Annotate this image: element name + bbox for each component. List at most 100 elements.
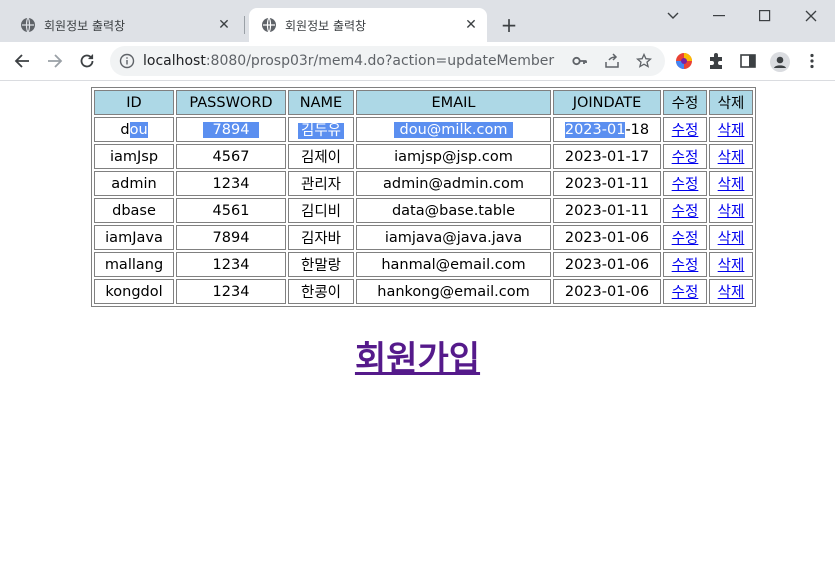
puzzle-icon[interactable] <box>707 52 725 70</box>
cell-joindate: 2023-01-06 <box>553 252 661 277</box>
edit-link[interactable]: 수정 <box>672 177 699 193</box>
cell-name: 김두유 <box>288 117 354 142</box>
close-window-icon[interactable] <box>796 6 826 26</box>
cell-password: 7894 <box>176 117 286 142</box>
header-id: ID <box>94 90 174 115</box>
cell-name: 김자바 <box>288 225 354 250</box>
delete-link[interactable]: 삭제 <box>718 258 745 274</box>
joindate-text-unselected: -18 <box>625 121 650 138</box>
reload-icon[interactable] <box>75 49 99 73</box>
extension-colorful-icon[interactable] <box>675 52 693 70</box>
email-text: dou@milk.com <box>393 121 514 138</box>
cell-email: dou@milk.com <box>356 117 551 142</box>
header-password: PASSWORD <box>176 90 286 115</box>
chevron-down-icon[interactable] <box>658 6 688 26</box>
delete-link[interactable]: 삭제 <box>718 231 745 247</box>
cell-joindate: 2023-01-06 <box>553 279 661 304</box>
cell-edit: 수정 <box>663 144 707 169</box>
key-icon[interactable] <box>572 53 588 69</box>
cell-edit: 수정 <box>663 225 707 250</box>
maximize-icon[interactable] <box>750 6 780 26</box>
url-text: localhost:8080/prosp03r/mem4.do?action=u… <box>143 53 554 69</box>
new-tab-button[interactable]: + <box>498 13 520 37</box>
profile-avatar-icon[interactable] <box>770 52 790 72</box>
share-icon[interactable] <box>604 53 620 69</box>
cell-joindate: 2023-01-06 <box>553 225 661 250</box>
edit-link[interactable]: 수정 <box>672 231 699 247</box>
cell-id: iamJsp <box>94 144 174 169</box>
cell-delete: 삭제 <box>709 279 753 304</box>
cell-delete: 삭제 <box>709 198 753 223</box>
delete-link[interactable]: 삭제 <box>718 150 745 166</box>
tab-title: 회원정보 출력창 <box>285 18 367 33</box>
cell-delete: 삭제 <box>709 171 753 196</box>
edit-link[interactable]: 수정 <box>672 285 699 301</box>
name-text: 김두유 <box>297 123 345 139</box>
table-row: dou 7894 김두유 dou@milk.com 2023-01-18 수정 … <box>94 117 753 142</box>
table-header-row: ID PASSWORD NAME EMAIL JOINDATE 수정 삭제 <box>94 90 753 115</box>
cell-id: admin <box>94 171 174 196</box>
id-text-unselected: d <box>120 121 130 138</box>
table-row: mallang 1234 한말랑 hanmal@email.com 2023-0… <box>94 252 753 277</box>
cell-name: 한말랑 <box>288 252 354 277</box>
star-icon[interactable] <box>635 52 653 69</box>
cell-email: admin@admin.com <box>356 171 551 196</box>
globe-icon <box>20 17 36 33</box>
header-delete: 삭제 <box>709 90 753 115</box>
page-content: ID PASSWORD NAME EMAIL JOINDATE 수정 삭제 do… <box>0 81 835 561</box>
delete-link[interactable]: 삭제 <box>718 204 745 220</box>
back-arrow-icon[interactable] <box>10 49 34 73</box>
cell-delete: 삭제 <box>709 252 753 277</box>
cell-joindate: 2023-01-11 <box>553 171 661 196</box>
kebab-menu-icon[interactable] <box>803 52 821 70</box>
table-row: iamJsp 4567 김제이 iamjsp@jsp.com 2023-01-1… <box>94 144 753 169</box>
join-member-link[interactable]: 회원가입 <box>355 339 480 379</box>
cell-edit: 수정 <box>663 198 707 223</box>
table-row: admin 1234 관리자 admin@admin.com 2023-01-1… <box>94 171 753 196</box>
address-bar[interactable]: localhost:8080/prosp03r/mem4.do?action=u… <box>110 46 665 76</box>
cell-edit: 수정 <box>663 279 707 304</box>
delete-link[interactable]: 삭제 <box>718 123 745 139</box>
close-icon[interactable]: ✕ <box>463 17 479 33</box>
delete-link[interactable]: 삭제 <box>718 177 745 193</box>
cell-password: 4561 <box>176 198 286 223</box>
cell-delete: 삭제 <box>709 144 753 169</box>
header-joindate: JOINDATE <box>553 90 661 115</box>
cell-password: 4567 <box>176 144 286 169</box>
sidepanel-icon[interactable] <box>739 52 757 70</box>
tab-member-info-1[interactable]: 회원정보 출력창 ✕ <box>8 8 240 42</box>
cell-password: 1234 <box>176 252 286 277</box>
edit-link[interactable]: 수정 <box>672 150 699 166</box>
cell-joindate: 2023-01-17 <box>553 144 661 169</box>
delete-link[interactable]: 삭제 <box>718 285 745 301</box>
url-path: :8080/prosp03r/mem4.do?action=updateMemb… <box>205 53 555 69</box>
cell-id: mallang <box>94 252 174 277</box>
info-icon[interactable] <box>119 53 135 69</box>
cell-email: iamjava@java.java <box>356 225 551 250</box>
cell-delete: 삭제 <box>709 225 753 250</box>
cell-name: 한콩이 <box>288 279 354 304</box>
cell-password: 1234 <box>176 279 286 304</box>
joindate-text-selected: 2023-01 <box>564 121 626 138</box>
cell-password: 7894 <box>176 225 286 250</box>
table-row: dbase 4561 김디비 data@base.table 2023-01-1… <box>94 198 753 223</box>
cell-edit: 수정 <box>663 117 707 142</box>
cell-password: 1234 <box>176 171 286 196</box>
edit-link[interactable]: 수정 <box>672 204 699 220</box>
table-row: kongdol 1234 한콩이 hankong@email.com 2023-… <box>94 279 753 304</box>
cell-id: dbase <box>94 198 174 223</box>
header-name: NAME <box>288 90 354 115</box>
join-link-container: 회원가입 <box>0 331 835 380</box>
cell-joindate: 2023-01-18 <box>553 117 661 142</box>
tab-member-info-2[interactable]: 회원정보 출력창 ✕ <box>249 8 487 42</box>
edit-link[interactable]: 수정 <box>672 258 699 274</box>
edit-link[interactable]: 수정 <box>672 123 699 139</box>
forward-arrow-icon[interactable] <box>43 49 67 73</box>
close-icon[interactable]: ✕ <box>216 17 232 33</box>
cell-joindate: 2023-01-11 <box>553 198 661 223</box>
cell-name: 김디비 <box>288 198 354 223</box>
cell-email: hankong@email.com <box>356 279 551 304</box>
cell-email: iamjsp@jsp.com <box>356 144 551 169</box>
minimize-icon[interactable] <box>704 6 734 26</box>
tab-strip: 회원정보 출력창 ✕ 회원정보 출력창 ✕ + <box>0 0 835 42</box>
